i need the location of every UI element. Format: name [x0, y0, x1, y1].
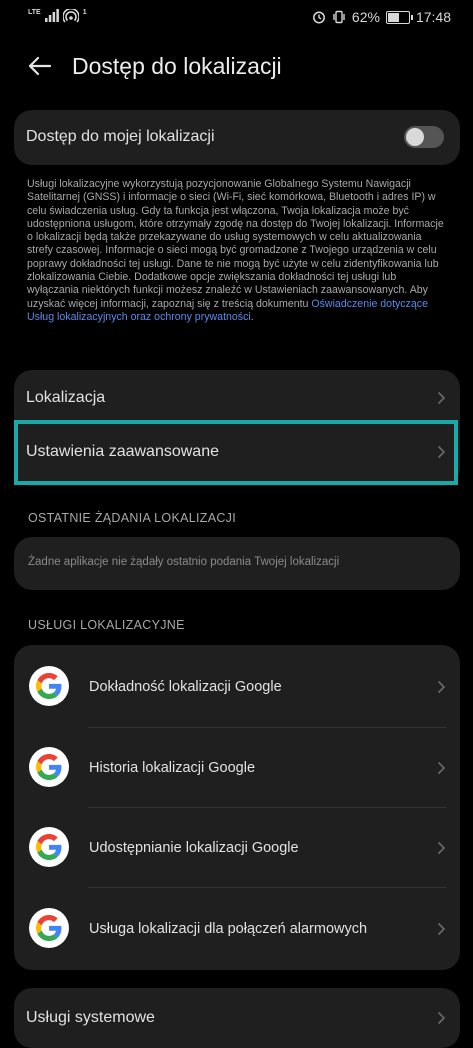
recent-requests-empty: Żadne aplikacje nie żądały ostatnio poda…: [28, 556, 340, 568]
signal-sub: 1: [82, 9, 87, 16]
page-title: Dostęp do lokalizacji: [72, 53, 282, 79]
service-item[interactable]: Historia lokalizacji Google: [14, 727, 460, 807]
status-bar: LTE 1 62% 17:48: [0, 0, 473, 34]
chevron-right-icon: [437, 680, 446, 694]
location-services-card: Dokładność lokalizacji Google Historia l…: [14, 645, 460, 970]
back-arrow-icon[interactable]: [26, 52, 54, 80]
status-left: LTE 1: [28, 9, 87, 23]
chevron-right-icon: [437, 922, 446, 936]
highlight-frame: [14, 420, 458, 485]
location-toggle-switch[interactable]: [404, 126, 444, 148]
system-services-label: Usługi systemowe: [26, 1009, 155, 1026]
app-bar: Dostęp do lokalizacji: [0, 44, 473, 90]
signal-icon: [44, 9, 59, 22]
hotspot-icon: [62, 9, 79, 23]
alarm-icon: [312, 11, 325, 24]
google-icon: [29, 827, 69, 867]
menu-item-location-label: Lokalizacja: [26, 389, 106, 406]
location-description: Usługi lokalizacyjne wykorzystują pozycj…: [27, 178, 447, 324]
battery-fill: [387, 12, 400, 22]
toggle-label: Dostęp do mojej lokalizacji: [26, 128, 215, 145]
service-label: Usługa lokalizacji dla połączeń alarmowy…: [89, 921, 368, 937]
service-label: Historia lokalizacji Google: [89, 760, 256, 776]
toggle-knob: [406, 128, 424, 146]
battery-icon: [385, 10, 413, 24]
service-label: Dokładność lokalizacji Google: [89, 679, 282, 695]
service-label: Udostępnianie lokalizacji Google: [89, 840, 299, 856]
recent-requests-card: Żadne aplikacje nie żądały ostatnio poda…: [14, 537, 460, 590]
chevron-right-icon: [437, 1011, 446, 1025]
battery-percent: 62%: [351, 9, 380, 25]
recent-requests-header: OSTATNIE ŻĄDANIA LOKALIZACJI: [28, 511, 236, 525]
service-item[interactable]: Usługa lokalizacji dla połączeń alarmowy…: [14, 887, 460, 970]
menu-item-location[interactable]: Lokalizacja: [14, 370, 460, 426]
location-services-header: USŁUGI LOKALIZACYJNE: [28, 618, 185, 632]
vibrate-icon: [333, 10, 345, 24]
google-icon: [29, 908, 69, 948]
google-icon: [29, 747, 69, 787]
chevron-right-icon: [437, 841, 446, 855]
status-right: 62% 17:48: [312, 9, 451, 25]
service-item[interactable]: Udostępnianie lokalizacji Google: [14, 807, 460, 887]
clock: 17:48: [415, 9, 451, 25]
chevron-right-icon: [437, 761, 446, 775]
service-item[interactable]: Dokładność lokalizacji Google: [14, 645, 460, 727]
network-type: LTE: [28, 9, 41, 16]
menu-item-system-services[interactable]: Usługi systemowe: [14, 988, 460, 1048]
chevron-right-icon: [437, 391, 446, 405]
description-end: .: [250, 310, 254, 323]
google-icon: [29, 666, 69, 706]
description-text: Usługi lokalizacyjne wykorzystują pozycj…: [27, 178, 444, 310]
location-access-toggle-row[interactable]: Dostęp do mojej lokalizacji: [14, 110, 460, 165]
